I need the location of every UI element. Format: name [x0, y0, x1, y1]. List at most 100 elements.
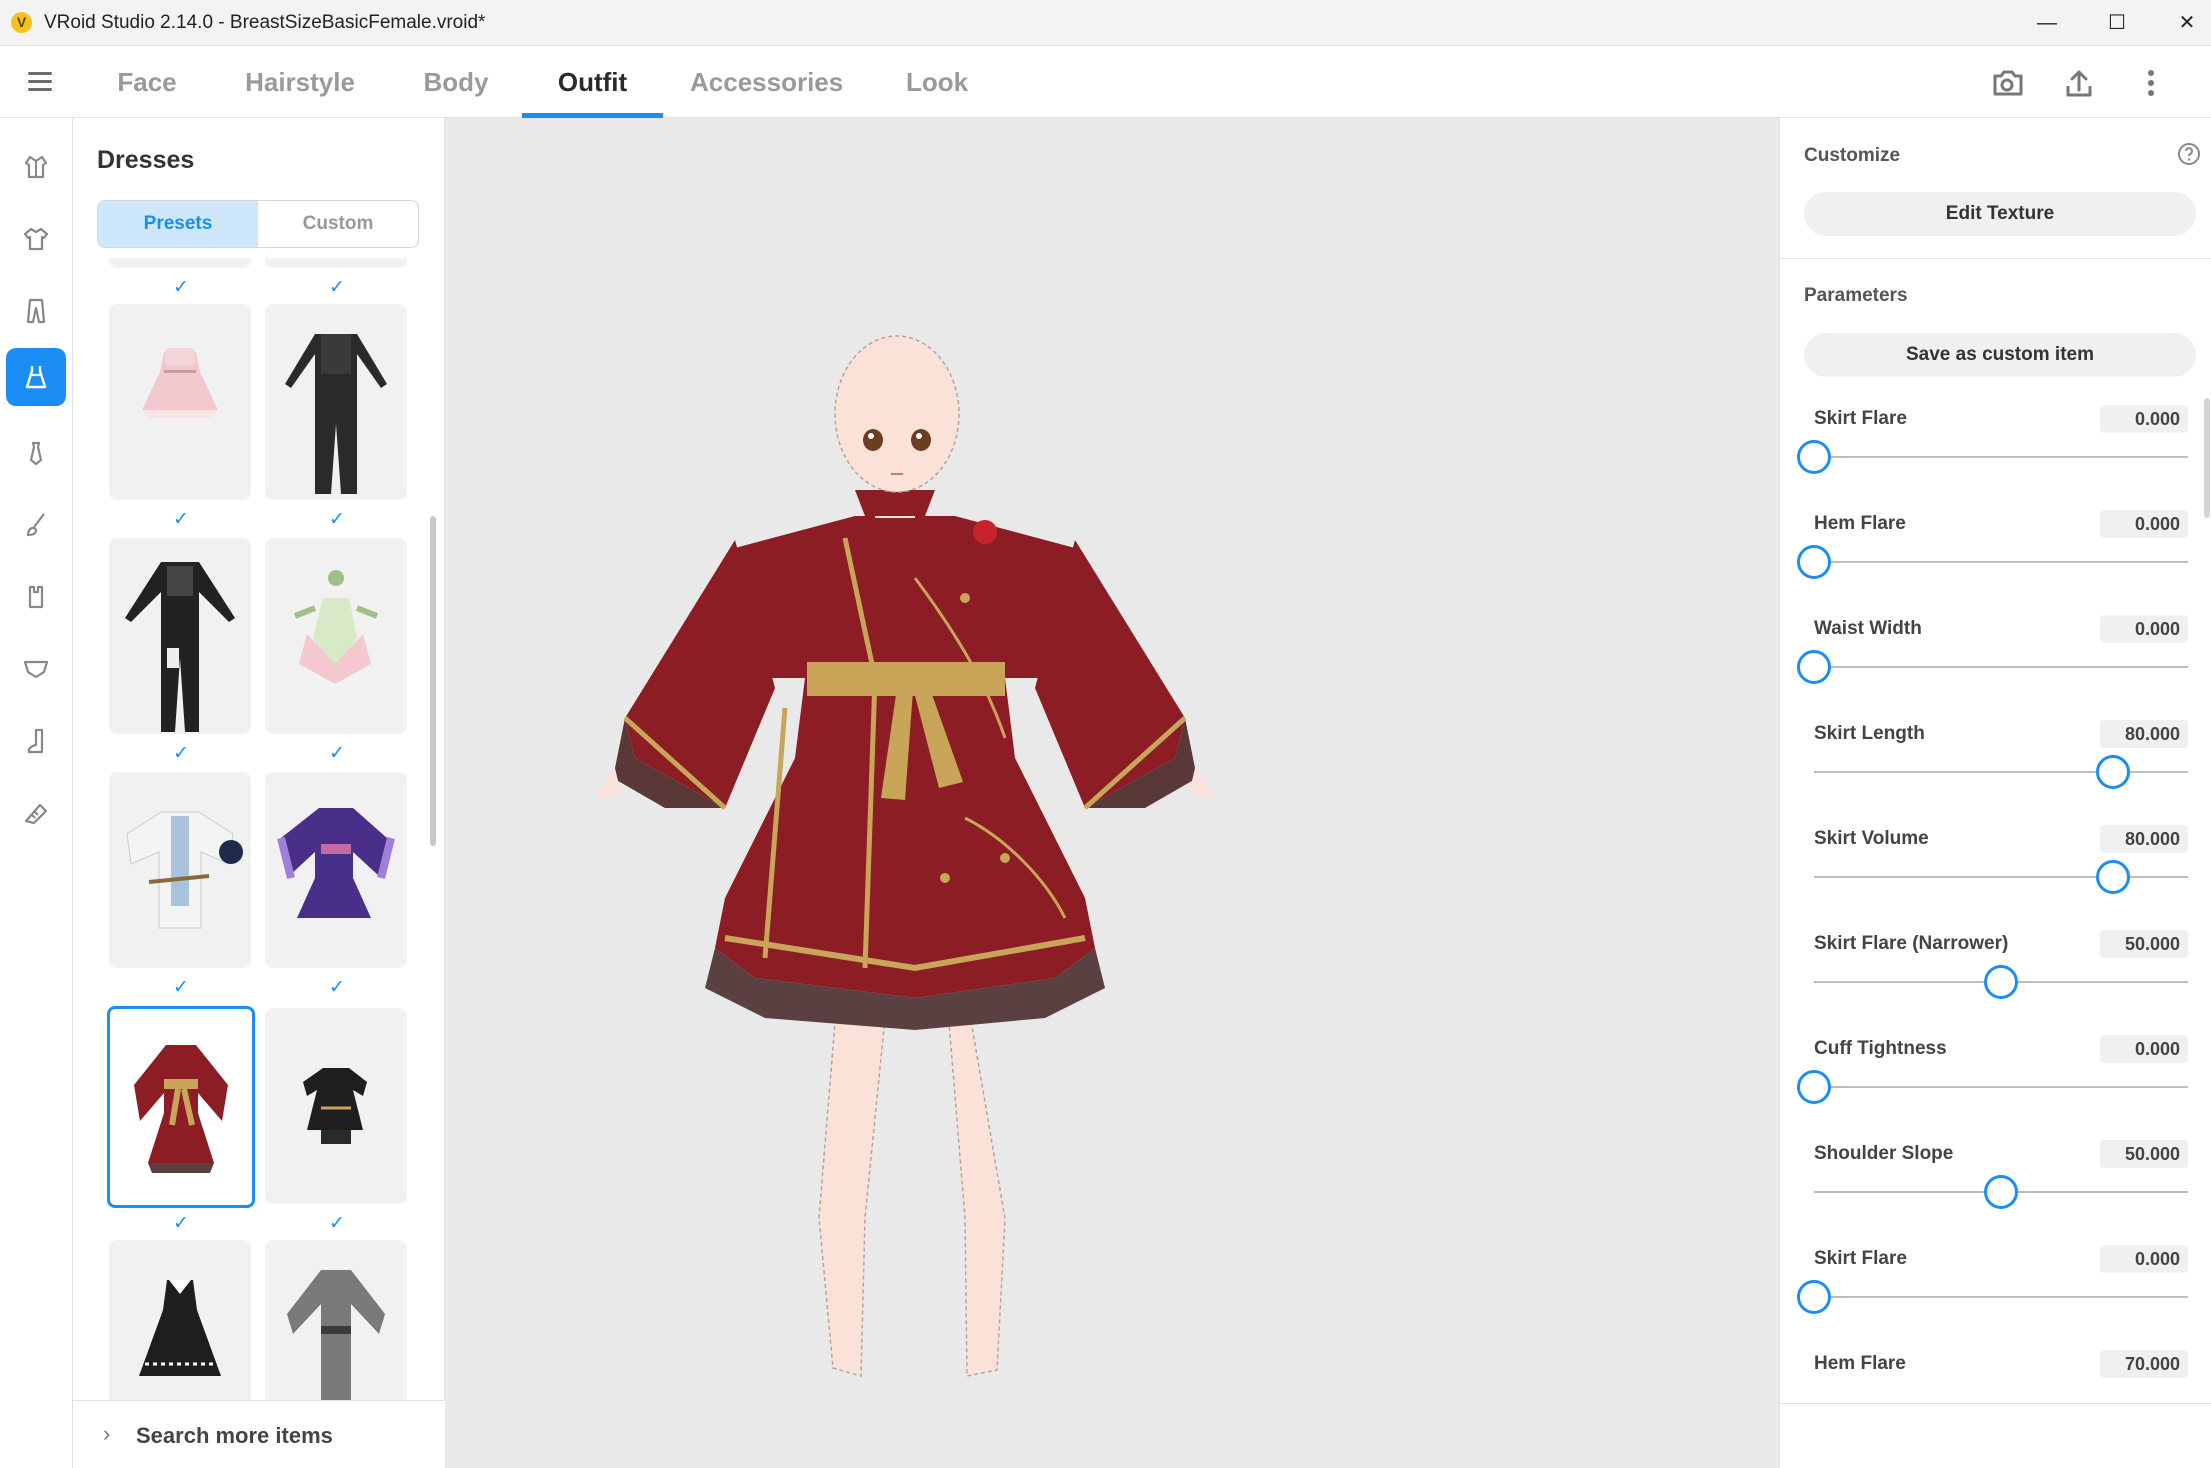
parameters-title: Parameters [1804, 285, 1908, 306]
tab-accessories[interactable]: Accessories [690, 46, 843, 118]
panel-scrollbar[interactable] [430, 516, 436, 846]
rail-tie-button[interactable] [6, 424, 66, 482]
param-label: Hem Flare [1814, 1353, 1906, 1374]
slider-track[interactable] [1814, 456, 2188, 458]
check-icon: ✓ [173, 277, 189, 298]
param-value-field[interactable]: 0.000 [2100, 1245, 2188, 1273]
check-icon: ✓ [329, 277, 345, 298]
minimize-button[interactable]: — [2021, 6, 2073, 40]
tab-face[interactable]: Face [108, 46, 186, 118]
param-value-field[interactable]: 50.000 [2100, 1140, 2188, 1168]
param-hem-flare-2: Hem Flare 70.000 [1780, 1333, 2211, 1383]
dress-thumb-pink-lolita[interactable] [109, 304, 251, 500]
param-value-field[interactable]: 0.000 [2100, 405, 2188, 433]
check-icon: ✓ [329, 1213, 345, 1234]
slider-track[interactable] [1814, 1296, 2188, 1298]
more-vertical-icon[interactable] [2131, 64, 2171, 102]
slider-track[interactable] [1814, 561, 2188, 563]
param-value-field[interactable]: 0.000 [2100, 615, 2188, 643]
param-value-field[interactable]: 50.000 [2100, 930, 2188, 958]
camera-icon[interactable] [1987, 64, 2027, 102]
help-circle-icon[interactable] [2177, 142, 2201, 166]
shirt-icon [23, 227, 49, 251]
rail-shirt-button[interactable] [6, 210, 66, 268]
param-label: Skirt Length [1814, 723, 1925, 744]
hamburger-menu-icon[interactable] [22, 66, 62, 98]
3d-viewport[interactable] [445, 118, 1779, 1468]
rail-underwear-button[interactable] [6, 640, 66, 698]
rail-hood-button[interactable] [6, 138, 66, 196]
dress-thumb-black-bodysuit[interactable] [265, 304, 407, 500]
param-skirt-volume: Skirt Volume 80.000 [1780, 808, 2211, 913]
slider-handle[interactable] [1797, 440, 1831, 474]
param-label: Cuff Tightness [1814, 1038, 1947, 1059]
dress-thumb-black-gold[interactable] [265, 1008, 407, 1204]
tab-hairstyle[interactable]: Hairstyle [235, 46, 365, 118]
slider-handle[interactable] [1797, 545, 1831, 579]
slider-track[interactable] [1814, 771, 2188, 773]
edit-texture-button[interactable]: Edit Texture [1804, 192, 2196, 236]
dress-thumb-partial[interactable] [109, 258, 251, 268]
tab-body[interactable]: Body [414, 46, 498, 118]
param-value-field[interactable]: 0.000 [2100, 1035, 2188, 1063]
rail-glove-button[interactable] [6, 568, 66, 626]
param-label: Skirt Flare [1814, 408, 1907, 429]
divider [1780, 258, 2211, 259]
param-value-field[interactable]: 0.000 [2100, 510, 2188, 538]
slider-track[interactable] [1814, 666, 2188, 668]
slider-track[interactable] [1814, 1086, 2188, 1088]
param-cuff-tightness: Cuff Tightness 0.000 [1780, 1018, 2211, 1123]
search-more-items-button[interactable]: › Search more items [73, 1400, 445, 1468]
category-rail [0, 118, 73, 1468]
param-label: Skirt Flare (Narrower) [1814, 933, 2009, 954]
check-icon: ✓ [173, 1213, 189, 1234]
param-skirt-flare-2: Skirt Flare 0.000 [1780, 1228, 2211, 1333]
param-shoulder-slope: Shoulder Slope 50.000 [1780, 1123, 2211, 1228]
param-value-field[interactable]: 80.000 [2100, 825, 2188, 853]
dress-thumb-partial[interactable] [265, 258, 407, 268]
rail-brush-button[interactable] [6, 496, 66, 554]
param-value-field[interactable]: 70.000 [2100, 1350, 2188, 1378]
slider-handle[interactable] [1797, 1070, 1831, 1104]
param-label: Shoulder Slope [1814, 1143, 1954, 1164]
tab-look[interactable]: Look [897, 46, 977, 118]
maximize-button[interactable]: ☐ [2091, 6, 2143, 40]
presets-custom-toggle: Presets Custom [97, 200, 419, 248]
slider-handle[interactable] [1797, 650, 1831, 684]
avatar-model [595, 335, 1215, 1377]
param-value-field[interactable]: 80.000 [2100, 720, 2188, 748]
shoe-icon [24, 803, 48, 825]
slider-handle[interactable] [2096, 755, 2131, 789]
slider-handle[interactable] [1797, 1280, 1831, 1314]
rail-socks-button[interactable] [6, 712, 66, 770]
presets-tab[interactable]: Presets [98, 201, 258, 247]
slider-handle[interactable] [1984, 1175, 2018, 1209]
title-bar: V VRoid Studio 2.14.0 - BreastSizeBasicF… [0, 0, 2211, 46]
tab-outfit[interactable]: Outfit [522, 46, 663, 118]
custom-tab[interactable]: Custom [258, 201, 418, 247]
param-waist-width: Waist Width 0.000 [1780, 598, 2211, 703]
pants-icon [26, 298, 46, 324]
dress-thumb-flower-fairy[interactable] [265, 538, 407, 734]
top-navigation: Face Hairstyle Body Outfit Accessories L… [0, 46, 2211, 118]
dress-thumb-red-qipao[interactable] [107, 1006, 255, 1208]
check-icon: ✓ [173, 743, 189, 764]
param-label: Skirt Flare [1814, 1248, 1907, 1269]
param-skirt-flare-narrower: Skirt Flare (Narrower) 50.000 [1780, 913, 2211, 1018]
dress-thumb-black-armor[interactable] [109, 538, 251, 734]
dress-grid: ✓ ✓ ✓ ✓ ✓ ✓ ✓ ✓ ✓ ✓ [73, 258, 445, 1468]
slider-handle[interactable] [2096, 860, 2131, 894]
rail-pants-button[interactable] [6, 282, 66, 340]
check-icon: ✓ [173, 509, 189, 530]
dress-thumb-white-coat[interactable] [109, 772, 251, 968]
save-custom-item-button[interactable]: Save as custom item [1804, 333, 2196, 377]
rail-shoes-button[interactable] [6, 784, 66, 842]
slider-handle[interactable] [1984, 965, 2018, 999]
export-icon[interactable] [2059, 64, 2099, 102]
rail-dress-button[interactable] [6, 348, 66, 406]
check-icon: ✓ [173, 977, 189, 998]
params-scrollbar[interactable] [2204, 398, 2210, 518]
close-button[interactable]: ✕ [2161, 6, 2211, 40]
slider-track[interactable] [1814, 876, 2188, 878]
dress-thumb-purple-kimono[interactable] [265, 772, 407, 968]
